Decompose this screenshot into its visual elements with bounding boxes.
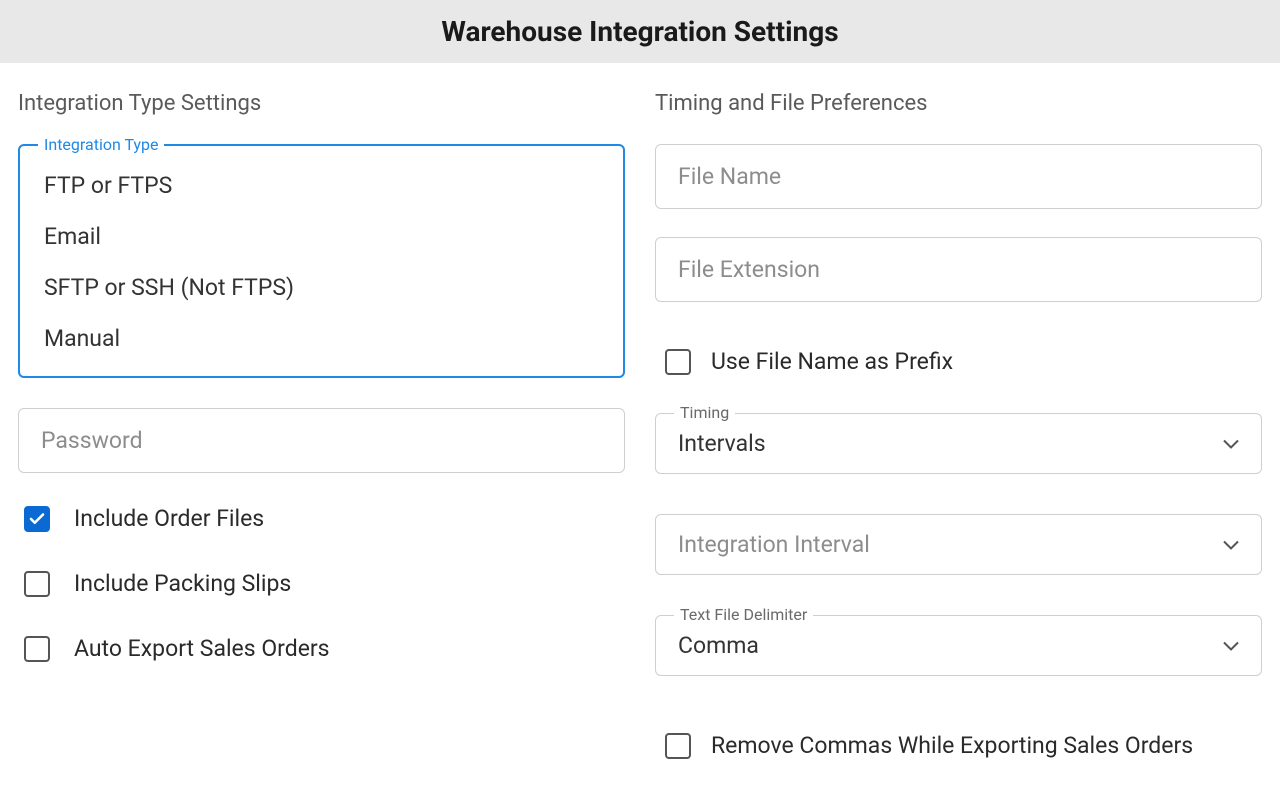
file-name-field[interactable] [655, 144, 1262, 209]
right-section-title: Timing and File Preferences [655, 91, 1262, 116]
left-column: Integration Type Settings Integration Ty… [18, 91, 625, 787]
integration-type-option[interactable]: Manual [20, 313, 623, 364]
remove-commas-checkbox[interactable] [665, 733, 691, 759]
password-field[interactable] [18, 408, 625, 473]
include-order-files-row[interactable]: Include Order Files [18, 505, 625, 532]
include-packing-slips-checkbox[interactable] [24, 571, 50, 597]
integration-type-option[interactable]: SFTP or SSH (Not FTPS) [20, 262, 623, 313]
use-file-name-prefix-row[interactable]: Use File Name as Prefix [655, 348, 1262, 375]
remove-commas-label: Remove Commas While Exporting Sales Orde… [711, 732, 1193, 759]
text-file-delimiter-value: Comma [678, 632, 1239, 659]
integration-interval-select[interactable]: Integration Interval [655, 514, 1262, 575]
content: Integration Type Settings Integration Ty… [0, 63, 1280, 787]
use-file-name-prefix-label: Use File Name as Prefix [711, 348, 953, 375]
page-title: Warehouse Integration Settings [441, 15, 838, 48]
chevron-down-icon [1223, 434, 1239, 453]
integration-interval-placeholder: Integration Interval [678, 531, 1239, 558]
include-order-files-label: Include Order Files [74, 505, 264, 532]
integration-type-options: FTP or FTPS Email SFTP or SSH (Not FTPS)… [20, 146, 623, 376]
integration-type-select[interactable]: Integration Type FTP or FTPS Email SFTP … [18, 144, 625, 378]
include-packing-slips-row[interactable]: Include Packing Slips [18, 570, 625, 597]
timing-legend: Timing [674, 403, 735, 422]
file-extension-field[interactable] [655, 237, 1262, 302]
auto-export-sales-orders-row[interactable]: Auto Export Sales Orders [18, 635, 625, 662]
integration-type-legend: Integration Type [38, 135, 164, 154]
chevron-down-icon [1223, 636, 1239, 655]
auto-export-sales-orders-label: Auto Export Sales Orders [74, 635, 330, 662]
chevron-down-icon [1223, 535, 1239, 554]
remove-commas-row[interactable]: Remove Commas While Exporting Sales Orde… [655, 732, 1262, 759]
check-icon [28, 510, 46, 528]
include-packing-slips-label: Include Packing Slips [74, 570, 291, 597]
include-order-files-checkbox[interactable] [24, 506, 50, 532]
use-file-name-prefix-checkbox[interactable] [665, 349, 691, 375]
right-column: Timing and File Preferences Use File Nam… [655, 91, 1262, 787]
timing-value: Intervals [678, 430, 1239, 457]
text-file-delimiter-select[interactable]: Text File Delimiter Comma [655, 615, 1262, 676]
auto-export-sales-orders-checkbox[interactable] [24, 636, 50, 662]
header-bar: Warehouse Integration Settings [0, 0, 1280, 63]
integration-type-option[interactable]: Email [20, 211, 623, 262]
timing-select[interactable]: Timing Intervals [655, 413, 1262, 474]
integration-type-option[interactable]: FTP or FTPS [20, 160, 623, 211]
left-section-title: Integration Type Settings [18, 91, 625, 116]
text-file-delimiter-legend: Text File Delimiter [674, 605, 813, 624]
